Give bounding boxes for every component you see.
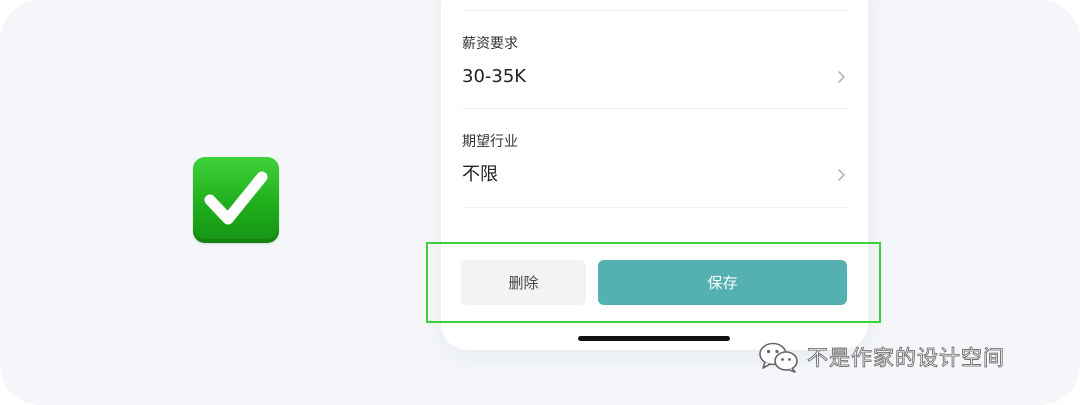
salary-value: 30-35K bbox=[462, 66, 527, 87]
wechat-icon bbox=[759, 342, 798, 373]
check-mark-icon bbox=[193, 157, 279, 243]
industry-value: 不限 bbox=[462, 164, 498, 185]
chevron-right-icon bbox=[838, 71, 845, 83]
salary-row[interactable]: 薪资要求 30-35K bbox=[462, 34, 848, 132]
industry-row[interactable]: 期望行业 不限 bbox=[462, 132, 848, 230]
highlight-frame bbox=[426, 242, 881, 323]
divider bbox=[462, 207, 848, 208]
watermark-text: 不是作家的设计空间 bbox=[807, 346, 1005, 371]
divider bbox=[462, 108, 848, 109]
watermark: 不是作家的设计空间 bbox=[757, 340, 1005, 374]
divider bbox=[462, 10, 848, 11]
industry-label: 期望行业 bbox=[462, 134, 518, 150]
home-indicator bbox=[578, 336, 730, 341]
chevron-right-icon bbox=[838, 169, 845, 181]
canvas-background: 薪资要求 30-35K 期望行业 不限 删除 保存 不是作家的设计空间 bbox=[0, 0, 1080, 405]
salary-label: 薪资要求 bbox=[462, 36, 518, 52]
